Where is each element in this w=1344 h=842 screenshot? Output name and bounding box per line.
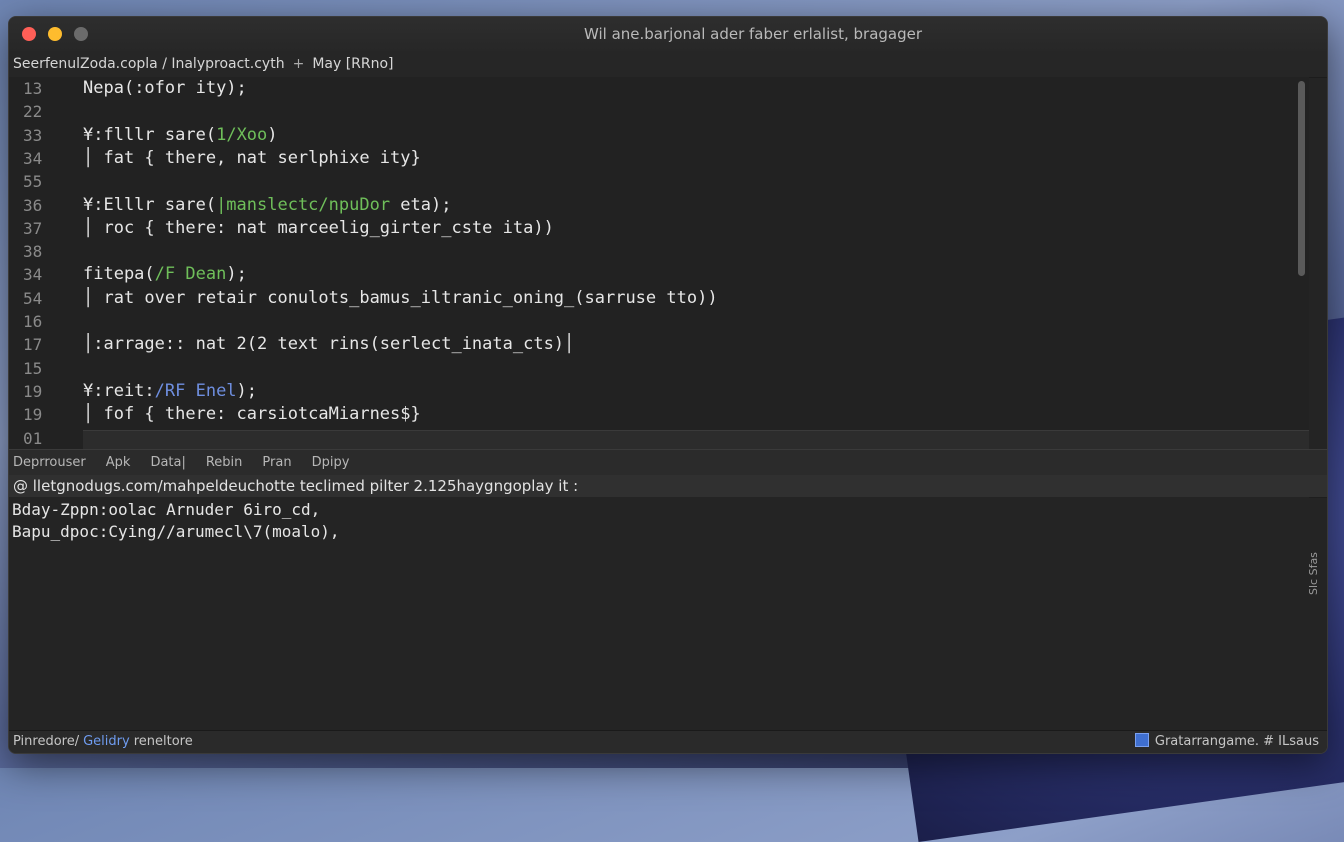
code-token: ); bbox=[226, 264, 247, 285]
line-number: 37 bbox=[23, 218, 43, 238]
code-token: eta); bbox=[390, 194, 452, 215]
code-line[interactable]: │ fof { there: carsiotcaMiarnes$} bbox=[83, 403, 421, 426]
status-left-text[interactable]: Pinredore/ bbox=[13, 734, 79, 749]
code-token: ); bbox=[236, 380, 258, 401]
code-token: ¥:Elllr sare( bbox=[83, 194, 217, 215]
status-right[interactable]: Gratarrangame. # ILsaus bbox=[1134, 731, 1319, 753]
window-title: Wil ane.barjonal ader faber erlalist, br… bbox=[583, 25, 923, 43]
code-line[interactable]: fitepa‏‏(/F Dean); bbox=[83, 263, 247, 286]
code-line[interactable]: │ rat over retair conulots_bamus_iltrani… bbox=[83, 287, 718, 310]
line-number: 36 bbox=[23, 195, 43, 215]
code-token: ) bbox=[267, 124, 278, 145]
code-token: │ rat over retair conulots_bamus_iltrani… bbox=[83, 287, 718, 308]
ide-window: Wil ane.barjonal ader faber erlalist, br… bbox=[8, 16, 1328, 754]
panel-tab[interactable]: Data| bbox=[150, 455, 185, 470]
terminal-line: Bapu_dpoc:Cying//arumecl\7(moalo)‏, bbox=[12, 522, 340, 541]
code-line[interactable]: │ roc { there: nat marceelig_girter_cste… bbox=[83, 217, 554, 240]
code-token: │ roc { there: nat marceelig_girter_cste… bbox=[83, 217, 554, 238]
line-number: 55 bbox=[23, 172, 43, 192]
code-token: /F Dean bbox=[154, 264, 227, 285]
panel-tab[interactable]: Rebin bbox=[206, 455, 243, 470]
code-text-area[interactable]: Nepa‏(:ofor ity); ¥:flllr sare(‏/1Xoo‏) │ … bbox=[83, 77, 1309, 449]
line-number: 19 bbox=[23, 381, 43, 401]
code-line[interactable]: ¥:Elllr sare(|manslectc/npuDor eta); bbox=[83, 194, 451, 217]
editor-scrollbar[interactable] bbox=[1298, 81, 1305, 276]
code-token: |manslectc/npuDor bbox=[216, 194, 391, 215]
panel-tab[interactable]: Apk bbox=[106, 455, 131, 470]
status-right-text: Gratarrangame. # ILsaus bbox=[1154, 734, 1319, 749]
breadcrumb-current[interactable]: May [RRno] bbox=[312, 56, 393, 72]
code-token: ¥:flllr sare( bbox=[83, 124, 217, 145]
title-bar[interactable]: Wil ane.barjonal ader faber erlalist, br… bbox=[9, 17, 1327, 52]
code-line[interactable]: Nepa‏(:ofor ity); bbox=[83, 77, 247, 100]
line-number-gutter: 13 22 33 34 55 36 37 38 34 54 16 17 15 19 19 01 bbox=[9, 77, 71, 449]
status-after-badge[interactable]: reneltore bbox=[134, 734, 193, 749]
panel-tab-bar: Deprrouser Apk Data| Rebin Pran Dpipy bbox=[9, 449, 1327, 477]
terminal-output[interactable]: Bday-Zppn:oolac Arnuder 6iro_cd‏, Bapu_dp… bbox=[9, 497, 1309, 731]
line-number: 16 bbox=[23, 312, 43, 331]
breadcrumb-path[interactable]: Seerfenul​Zoda.copla / Inalyproact.cyth bbox=[13, 56, 285, 72]
panel-tab[interactable]: Deprrouser bbox=[13, 455, 86, 470]
code-line[interactable]: │:arrage:: nat 2(2 text rins(serlect_ina… bbox=[83, 333, 574, 356]
code-token: │ fat { there, nat serlphixe ity} bbox=[83, 147, 421, 168]
breadcrumb: Seerfenul​Zoda.copla / Inalyproact.cyth +… bbox=[9, 51, 1327, 78]
code-editor[interactable]: 13 22 33 34 55 36 37 38 34 54 16 17 15 19 19 01 Nepa‏(:… bbox=[9, 77, 1309, 450]
url-bar[interactable]: @ lletgnodugs.com/mahpeldeuchotte teclim… bbox=[9, 475, 1327, 498]
window-icon bbox=[1134, 733, 1149, 747]
code-token: │:arrage:: nat 2(2 text rins(serlect_ina… bbox=[83, 334, 575, 355]
line-number: 13 bbox=[23, 79, 43, 98]
line-number: 33 bbox=[23, 125, 43, 145]
code-token: ‏/1Xoo‏ bbox=[216, 124, 268, 145]
line-number: 54 bbox=[23, 288, 43, 308]
code-token: Nepa‏(:ofor ity); bbox=[83, 78, 247, 98]
terminal-line: Bday-Zppn:oolac Arnuder 6iro_cd‏, bbox=[12, 500, 321, 519]
terminal-side-label: Slc Sfas bbox=[1307, 552, 1320, 595]
line-number: 22 bbox=[23, 102, 43, 122]
code-line[interactable]: │ fat { there, nat serlphixe ity} bbox=[83, 147, 421, 170]
status-bar: Pinredore/Gelidry reneltore Gratarrangame… bbox=[9, 730, 1327, 753]
code-token: ¥:reit: bbox=[83, 380, 155, 401]
breadcrumb-separator: + bbox=[292, 56, 305, 72]
line-number: 34 bbox=[23, 265, 43, 285]
line-number: 01 bbox=[23, 428, 43, 448]
code-token: fitepa‏‏( bbox=[83, 264, 155, 285]
line-number: 19 bbox=[23, 405, 43, 425]
code-line[interactable]: ¥:flllr sare(‏/1Xoo‏) bbox=[83, 124, 278, 147]
code-line[interactable]: ¥:reit:/RF Enel); bbox=[83, 380, 257, 403]
code-token: │ fof { there: carsiotcaMiarnes$} bbox=[83, 404, 421, 425]
code-token: /RF Enel bbox=[154, 380, 237, 401]
line-number: 34 bbox=[23, 148, 43, 168]
panel-tab[interactable]: Pran bbox=[262, 455, 291, 470]
line-number: 17 bbox=[23, 335, 43, 355]
line-number: 15 bbox=[23, 358, 43, 378]
line-number: 38 bbox=[23, 242, 43, 262]
panel-tab[interactable]: Dpipy bbox=[312, 455, 350, 470]
status-badge[interactable]: Gelidry bbox=[83, 734, 130, 749]
